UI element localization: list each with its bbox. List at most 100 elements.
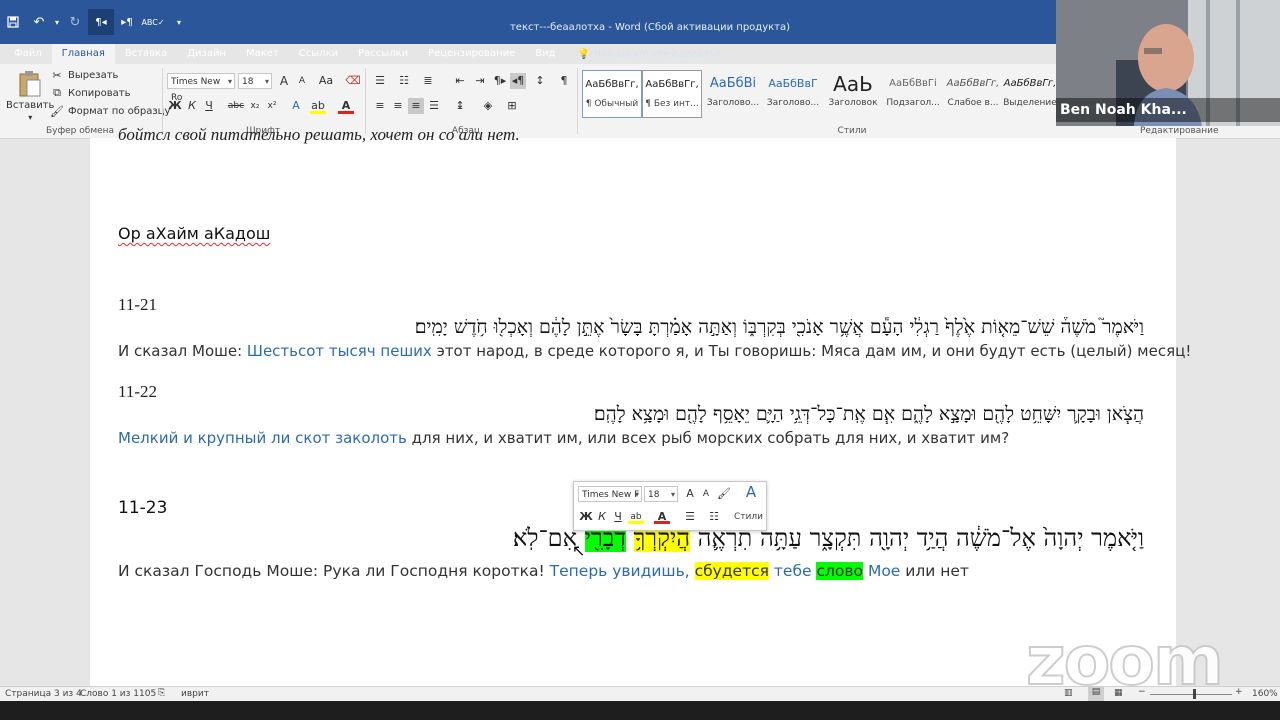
font-size-combo[interactable]: 18 ▾ xyxy=(238,73,272,89)
mini-underline-button[interactable]: Ч xyxy=(610,509,626,525)
subscript-button[interactable]: x₂ xyxy=(247,98,263,114)
style-emphasis[interactable]: АаБбВвГг, Выделение xyxy=(1003,70,1057,118)
mini-numbering-icon[interactable]: ☷ xyxy=(706,509,722,525)
align-left-icon[interactable]: ≡ xyxy=(372,98,388,114)
status-bar: Страница 3 из 4 Слово 1 из 1105 ⎘ иврит … xyxy=(0,686,1280,702)
copy-button[interactable]: ⧉ Копировать xyxy=(50,86,130,100)
read-mode-icon[interactable]: ▥ xyxy=(1064,688,1073,698)
mini-styles-label[interactable]: Стили xyxy=(734,512,763,522)
justify-icon[interactable]: ☰ xyxy=(426,98,442,114)
align-right-icon[interactable]: ≡ xyxy=(408,98,424,114)
page-indicator[interactable]: Страница 3 из 4 xyxy=(5,689,82,699)
proofing-icon[interactable]: ⎘ xyxy=(158,688,165,698)
chevron-down-icon[interactable]: ▾ xyxy=(52,9,62,35)
underline-button[interactable]: Ч xyxy=(201,98,217,114)
zoom-slider-thumb[interactable] xyxy=(1193,689,1196,699)
save-icon[interactable] xyxy=(0,9,26,35)
mini-font-combo[interactable]: Times New F ▾ xyxy=(578,486,642,502)
numbering-icon[interactable]: ☷ xyxy=(396,73,412,89)
mini-italic-button[interactable]: К xyxy=(594,509,610,525)
tab-review[interactable]: Рецензирование xyxy=(418,44,525,64)
change-case-button[interactable]: Aa xyxy=(314,73,338,89)
style-no-spacing[interactable]: АаБбВвГг, ¶ Без инт... xyxy=(642,70,702,118)
show-marks-icon[interactable]: ¶ xyxy=(556,73,572,89)
tab-references[interactable]: Ссылки xyxy=(289,44,348,64)
bold-button[interactable]: Ж xyxy=(167,98,183,114)
participant-name: Ben Noah Kha... xyxy=(1060,102,1187,118)
style-subtle-emphasis[interactable]: АаБбВвГг, Слабое в... xyxy=(943,70,1003,118)
translation-text: И сказал Господь Моше: Рука ли Господня … xyxy=(118,562,550,580)
shrink-font-icon[interactable]: A xyxy=(698,486,714,502)
separator xyxy=(577,68,578,134)
rtl-direction-icon[interactable]: ◂¶ xyxy=(510,73,526,89)
language-indicator[interactable]: иврит xyxy=(181,689,209,699)
font-size-value: 18 xyxy=(242,77,254,87)
line-spacing-icon[interactable]: ↨ xyxy=(452,98,468,114)
format-painter-button[interactable]: 🖌 Формат по образцу xyxy=(50,104,170,118)
word-count[interactable]: Слово 1 из 1105 xyxy=(80,689,156,699)
mini-bold-button[interactable]: Ж xyxy=(578,509,594,525)
zoom-in-icon[interactable]: + xyxy=(1235,687,1243,697)
spelling-icon[interactable]: ABC✓ xyxy=(140,9,166,35)
print-layout-icon[interactable]: ▤ xyxy=(1088,687,1104,701)
mini-font-color-icon[interactable]: A xyxy=(654,509,670,524)
mini-highlight-icon[interactable]: ab xyxy=(628,509,644,524)
grow-font-icon[interactable]: A xyxy=(682,486,698,502)
redo-icon[interactable]: ↻ xyxy=(62,9,88,35)
mini-size-combo[interactable]: 18 ▾ xyxy=(644,486,678,502)
tab-layout[interactable]: Макет xyxy=(236,44,289,64)
translation-highlight-yellow: сбудется xyxy=(694,562,769,580)
style-name: ¶ Обычный xyxy=(585,99,639,109)
web-layout-icon[interactable]: ▦ xyxy=(1114,688,1123,698)
tab-home[interactable]: Главная xyxy=(51,44,115,64)
style-title[interactable]: АаЬ Заголовок xyxy=(823,70,883,118)
zoom-out-icon[interactable]: − xyxy=(1138,687,1146,697)
document-page[interactable]: бойтсл свой питательно решать, хочет он … xyxy=(90,125,1191,686)
cut-button[interactable]: ✂ Вырезать xyxy=(50,68,118,82)
sort-icon[interactable]: ↕ xyxy=(532,73,548,89)
mini-bullets-icon[interactable]: ☰ xyxy=(682,509,698,525)
style-normal[interactable]: АаБбВвГг, ¶ Обычный xyxy=(582,70,642,118)
format-painter-icon[interactable]: 🖌 xyxy=(716,486,732,502)
superscript-button[interactable]: x² xyxy=(264,98,280,114)
style-heading-2[interactable]: АаБбВвГ Заголово... xyxy=(763,70,823,118)
shrink-font-label: A xyxy=(298,76,306,86)
grow-font-button[interactable]: A xyxy=(276,73,292,89)
increase-indent-icon[interactable]: ⇥ xyxy=(472,73,488,89)
italic-button[interactable]: К xyxy=(184,98,200,114)
font-name-combo[interactable]: Times New Ro ▾ xyxy=(167,73,235,103)
bullets-icon[interactable]: ☰ xyxy=(372,73,388,89)
rtl-paragraph-icon[interactable]: ¶◂ xyxy=(88,9,114,35)
shading-icon[interactable]: ◈ xyxy=(480,98,496,114)
tab-design[interactable]: Дизайн xyxy=(177,44,236,64)
taskbar-strip xyxy=(0,701,1280,720)
russian-translation: Мелкий и крупный ли скот заколоть для ни… xyxy=(118,429,1009,447)
zoom-slider[interactable] xyxy=(1150,694,1232,695)
webcam-video: Ben Noah Kha... xyxy=(1056,0,1280,126)
tell-me-box[interactable]: 💡 Что вы хотите сделать? xyxy=(578,49,721,60)
tab-mailings[interactable]: Рассылки xyxy=(348,44,418,64)
ltr-direction-icon[interactable]: ¶▸ xyxy=(492,73,508,89)
translation-highlight: Теперь увидишь, xyxy=(549,562,695,580)
tab-file[interactable]: Файл xyxy=(4,44,52,64)
style-subtitle[interactable]: АаБбВвГі Подзагол... xyxy=(883,70,943,118)
customize-qat-icon[interactable]: ▾ xyxy=(166,9,192,35)
highlight-icon[interactable]: ab xyxy=(310,98,326,114)
align-center-icon[interactable]: ≡ xyxy=(390,98,406,114)
styles-icon[interactable]: A xyxy=(740,484,762,500)
clear-format-icon[interactable]: ⌫ xyxy=(345,73,361,89)
tab-view[interactable]: Вид xyxy=(525,44,565,64)
strikethrough-button[interactable]: abc xyxy=(226,98,246,114)
zoom-level[interactable]: 160% xyxy=(1252,689,1278,699)
undo-icon[interactable]: ↶ xyxy=(26,9,52,35)
tab-insert[interactable]: Вставка xyxy=(115,44,177,64)
decrease-indent-icon[interactable]: ⇤ xyxy=(452,73,468,89)
style-heading-1[interactable]: АаБбВі Заголово... xyxy=(703,70,763,118)
font-color-icon[interactable]: A xyxy=(338,98,354,114)
multilevel-list-icon[interactable]: ≣ xyxy=(420,73,436,89)
borders-icon[interactable]: ⊞ xyxy=(504,98,520,114)
ltr-paragraph-icon[interactable]: ▸¶ xyxy=(114,9,140,35)
text-effects-icon[interactable]: A xyxy=(288,98,304,114)
shrink-font-button[interactable]: A xyxy=(294,73,310,89)
paste-button[interactable]: Вставить ▾ xyxy=(6,70,54,122)
